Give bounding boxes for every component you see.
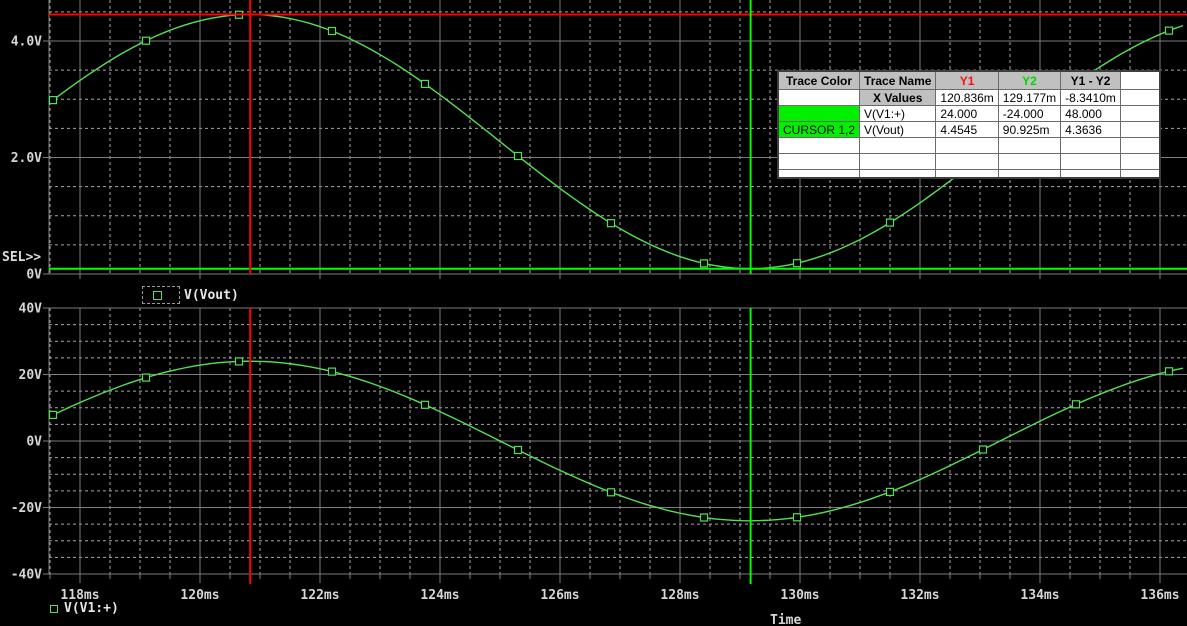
trace-color-swatch bbox=[777, 105, 861, 122]
trace-marker-icon[interactable] bbox=[50, 605, 58, 613]
trace-marker-icon bbox=[153, 291, 162, 300]
cursor-table-header-row: Trace Color Trace Name Y1 Y2 Y1 - Y2 bbox=[777, 70, 1161, 90]
y-tick-label: 2.0V bbox=[11, 151, 42, 166]
trace-row-v1: V(V1:+) 24.000 -24.000 48.000 bbox=[777, 105, 1161, 122]
cursor-owner-badge: CURSOR 1,2 bbox=[777, 121, 861, 138]
legend-vout-selection-box[interactable] bbox=[142, 286, 180, 304]
trace-data-marker bbox=[420, 400, 430, 409]
sel-indicator: SEL>> bbox=[2, 250, 42, 265]
major-gridlines-plot2 bbox=[49, 307, 1187, 575]
x-tick-label: 134ms bbox=[1020, 588, 1059, 603]
trace-name: V(V1:+) bbox=[859, 105, 937, 122]
trace-row-vout: CURSOR 1,2 V(Vout) 4.4545 90.925m 4.3636 bbox=[777, 121, 1161, 138]
trace-data-marker bbox=[327, 26, 337, 36]
col-header-trace-color: Trace Color bbox=[777, 70, 861, 90]
trace-data-marker bbox=[141, 36, 151, 45]
y-tick-label: -40V bbox=[11, 568, 42, 583]
trace-data-marker bbox=[141, 373, 151, 382]
vout-y1-value: 4.4545 bbox=[935, 121, 999, 138]
x-tick-label: 124ms bbox=[420, 588, 459, 603]
trace-data-marker bbox=[606, 219, 616, 228]
x-tick-label: 136ms bbox=[1140, 588, 1179, 603]
trace-data-marker bbox=[978, 445, 988, 454]
x-values-label: X Values bbox=[859, 89, 937, 106]
trace-data-marker bbox=[420, 79, 430, 89]
y-tick-label: -20V bbox=[11, 501, 42, 516]
y-tick-label: 4.0V bbox=[11, 35, 42, 50]
trace-data-marker bbox=[606, 488, 616, 497]
cursor-table: Trace Color Trace Name Y1 Y2 Y1 - Y2 X V… bbox=[777, 70, 1162, 179]
trace-data-marker bbox=[48, 410, 58, 419]
v1-diff-value: 48.000 bbox=[1060, 105, 1121, 122]
x-values-row: X Values 120.836m 129.177m -8.3410m bbox=[777, 89, 1161, 106]
y-tick-label: 0V bbox=[26, 268, 42, 283]
v1-y2-value: -24.000 bbox=[997, 105, 1062, 122]
trace-data-marker bbox=[1071, 400, 1081, 409]
x-tick-label: 130ms bbox=[780, 588, 819, 603]
trace-data-marker bbox=[327, 367, 337, 376]
empty-cell bbox=[1119, 105, 1161, 122]
y-tick-label: 0V bbox=[26, 435, 42, 450]
x-tick-label: 120ms bbox=[180, 588, 219, 603]
x-tick-label: 126ms bbox=[540, 588, 579, 603]
trace-data-marker bbox=[792, 259, 802, 268]
empty-row bbox=[777, 169, 1161, 179]
legend-vout-label[interactable]: V(Vout) bbox=[184, 288, 239, 303]
x-value-y2: 129.177m bbox=[997, 89, 1062, 106]
trace-data-marker bbox=[699, 513, 709, 522]
x-axis-title: Time bbox=[770, 613, 802, 626]
trace-data-marker bbox=[234, 357, 244, 366]
col-header-trace-name: Trace Name bbox=[859, 70, 937, 90]
col-header-y2: Y2 bbox=[997, 70, 1062, 90]
trace-data-marker bbox=[1164, 367, 1174, 376]
empty-cell bbox=[1119, 121, 1161, 138]
x-value-y1: 120.836m bbox=[935, 89, 999, 106]
trace-data-marker bbox=[792, 513, 802, 522]
v1-y1-value: 24.000 bbox=[935, 105, 999, 122]
x-tick-label: 128ms bbox=[660, 588, 699, 603]
empty-row bbox=[777, 137, 1161, 154]
trace-data-marker bbox=[513, 151, 523, 161]
probe-window: 4.0V 2.0V 0V 40V 20V 0V -20V -40V 118ms 120ms 122m… bbox=[0, 0, 1187, 626]
col-header-y1: Y1 bbox=[935, 70, 999, 90]
y-tick-label: 40V bbox=[19, 302, 43, 317]
x-tick-label: 132ms bbox=[900, 588, 939, 603]
y-tick-label: 20V bbox=[19, 368, 43, 383]
x-tick-label: 122ms bbox=[300, 588, 339, 603]
trace-data-marker bbox=[699, 259, 709, 268]
vout-y2-value: 90.925m bbox=[997, 121, 1062, 138]
empty-row bbox=[777, 153, 1161, 170]
col-header-y1-minus-y2: Y1 - Y2 bbox=[1060, 70, 1121, 90]
trace-data-marker bbox=[48, 95, 58, 105]
trace-data-marker bbox=[885, 487, 895, 496]
col-header-empty bbox=[1119, 70, 1161, 90]
empty-cell bbox=[777, 89, 861, 106]
trace-data-marker bbox=[885, 218, 895, 227]
trace-data-marker bbox=[1164, 26, 1174, 35]
legend-v1-label[interactable]: V(V1:+) bbox=[64, 601, 119, 616]
vout-diff-value: 4.3636 bbox=[1060, 121, 1121, 138]
x-value-diff: -8.3410m bbox=[1060, 89, 1121, 106]
trace-name: V(Vout) bbox=[859, 121, 937, 138]
empty-cell bbox=[1119, 89, 1161, 106]
trace-data-marker bbox=[513, 445, 523, 455]
